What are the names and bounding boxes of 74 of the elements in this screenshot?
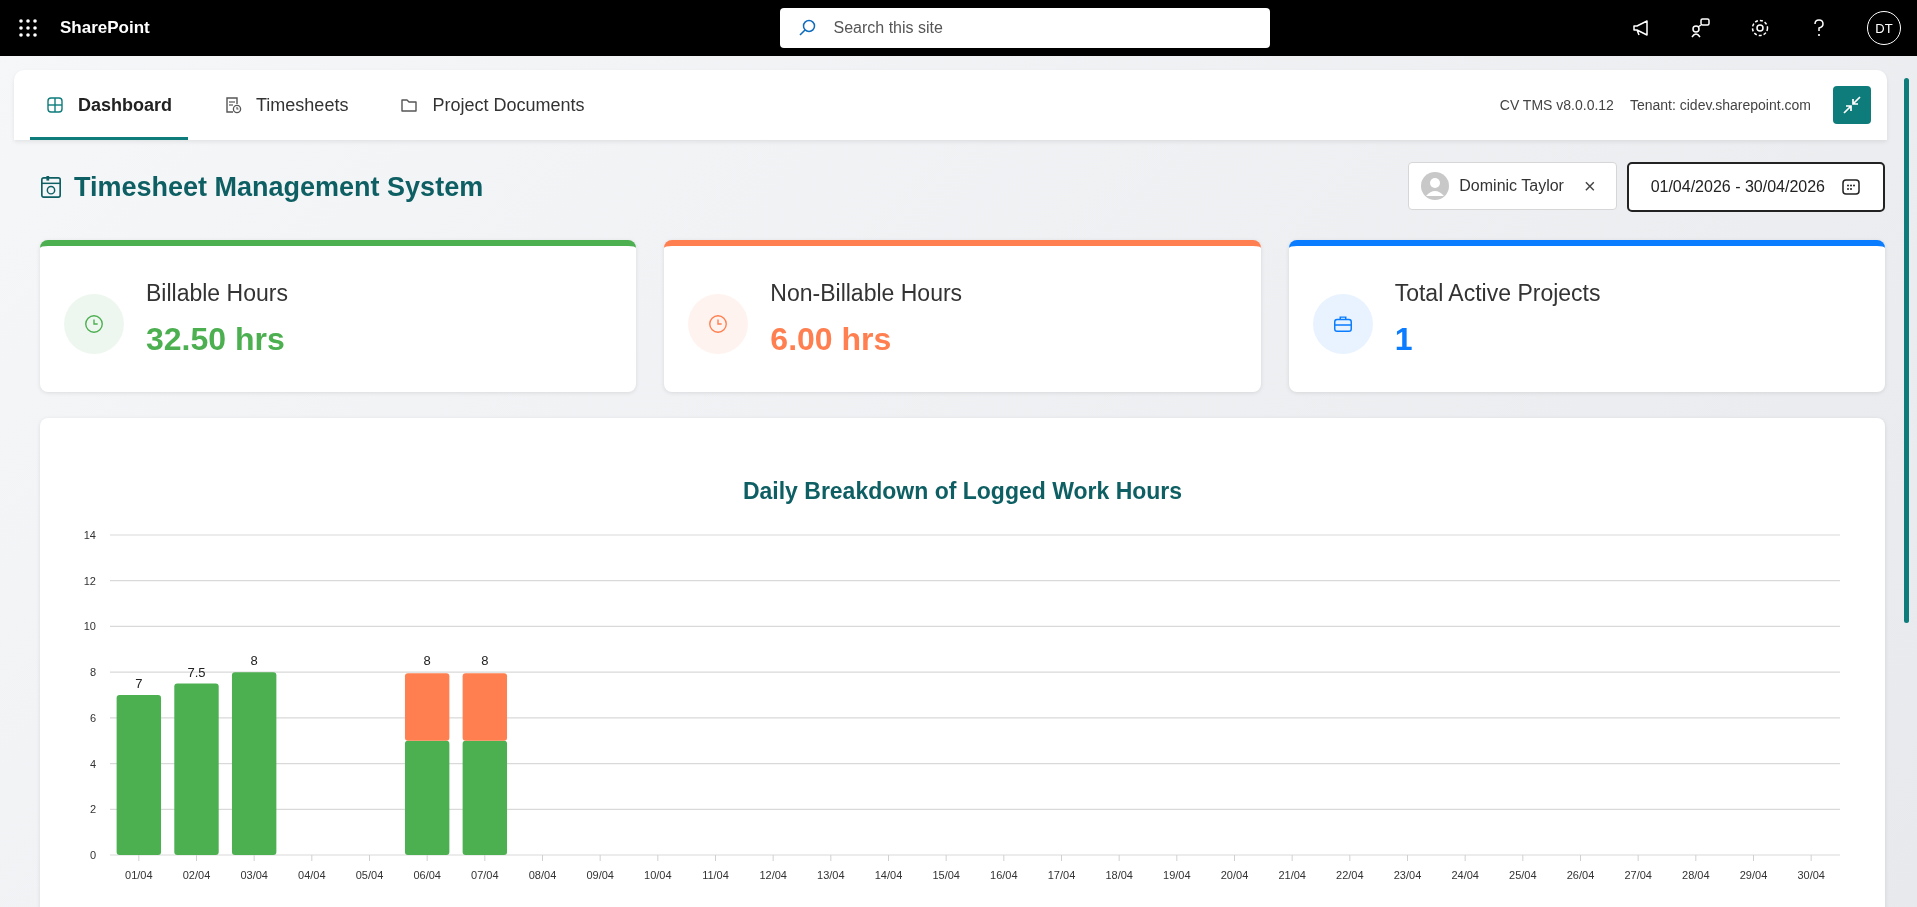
x-tick-label: 10/04	[644, 869, 672, 881]
document-clock-icon	[224, 96, 243, 114]
x-tick-label: 25/04	[1509, 869, 1537, 881]
collapse-arrows-icon	[1842, 95, 1862, 115]
x-tick-label: 05/04	[355, 869, 384, 881]
x-tick-label: 24/04	[1451, 869, 1479, 881]
y-tick-label: 8	[89, 666, 96, 679]
collapse-button[interactable]	[1833, 86, 1871, 124]
x-tick-label: 30/04	[1797, 869, 1825, 881]
x-tick-label: 19/04	[1163, 869, 1191, 881]
timesheet-icon	[40, 175, 62, 199]
data-label: 8	[481, 653, 489, 669]
x-tick-label: 13/04	[817, 869, 845, 881]
x-tick-label: 11/04	[702, 869, 729, 881]
search-field[interactable]: Search this site	[779, 8, 1270, 48]
calendar-icon	[1841, 177, 1861, 197]
scrollbar[interactable]	[1904, 78, 1909, 623]
tab[interactable]: Timesheets	[208, 70, 365, 140]
x-tick-label: 29/04	[1739, 869, 1768, 881]
user-filter-chip[interactable]: Dominic Taylor ×	[1408, 162, 1617, 210]
x-tick-label: 17/04	[1047, 869, 1076, 881]
x-tick-label: 16/04	[990, 869, 1018, 881]
y-tick-label: 6	[89, 711, 96, 724]
y-tick-label: 4	[89, 757, 96, 770]
x-tick-label: 02/04	[182, 869, 211, 881]
x-tick-label: 09/04	[586, 869, 614, 881]
data-label: 7	[135, 676, 143, 691]
x-tick-label: 15/04	[932, 869, 960, 881]
dashboard-icon	[46, 96, 64, 114]
stat-label: Non-Billable Hours	[770, 280, 963, 307]
folder-icon	[400, 96, 419, 114]
y-tick-label: 0	[89, 849, 96, 861]
x-tick-label: 04/04	[298, 869, 326, 881]
remove-button[interactable]: ×	[1573, 174, 1596, 198]
stat-label: Billable Hours	[146, 280, 288, 307]
x-tick-label: 28/04	[1682, 869, 1710, 881]
tab[interactable]: Dashboard	[30, 70, 189, 140]
y-tick-label: 10	[83, 620, 96, 633]
x-tick-label: 23/04	[1393, 869, 1422, 881]
page-title: Timesheet Management System	[74, 171, 484, 203]
user-name: Dominic Taylor	[1459, 177, 1564, 195]
tenant-text: Tenant: cidev.sharepoint.com	[1629, 97, 1811, 113]
x-tick-label: 20/04	[1220, 869, 1249, 881]
stat-value: 32.50 hrs	[146, 321, 286, 358]
x-tick-label: 18/04	[1105, 869, 1133, 881]
x-tick-label: 08/04	[528, 869, 557, 881]
version-text: CV TMS v8.0.0.12	[1499, 97, 1614, 113]
date-range-field[interactable]: 01/04/2026 - 30/04/2026	[1626, 162, 1885, 212]
x-tick-label: 07/04	[471, 869, 499, 881]
data-label: 8	[250, 653, 258, 669]
tab[interactable]: Project Documents	[384, 70, 601, 140]
x-tick-label: 06/04	[413, 869, 441, 881]
stat-value: 1	[1394, 321, 1414, 358]
x-tick-label: 26/04	[1566, 869, 1595, 881]
x-tick-label: 22/04	[1336, 869, 1364, 881]
data-label: 7.5	[187, 664, 206, 680]
x-tick-label: 14/04	[874, 869, 903, 881]
stat-value: 6.00 hrs	[770, 321, 893, 358]
connections-icon[interactable]	[1690, 17, 1712, 39]
y-tick-label: 14	[83, 529, 96, 541]
y-tick-label: 2	[89, 803, 96, 816]
stat-label: Total Active Projects	[1394, 280, 1601, 307]
person-avatar-icon	[1421, 172, 1450, 200]
app-name[interactable]: SharePoint	[60, 18, 150, 38]
data-label: 8	[423, 653, 431, 669]
x-tick-label: 21/04	[1278, 869, 1306, 881]
x-tick-label: 27/04	[1624, 869, 1652, 881]
x-tick-label: 12/04	[759, 869, 787, 881]
y-tick-label: 12	[83, 574, 96, 587]
settings-icon[interactable]	[1749, 17, 1771, 39]
x-tick-label: 01/04	[125, 869, 153, 881]
app-launcher-icon[interactable]	[18, 18, 38, 38]
chart-title: Daily Breakdown of Logged Work Hours	[741, 478, 1184, 505]
x-tick-label: 03/04	[240, 869, 268, 881]
